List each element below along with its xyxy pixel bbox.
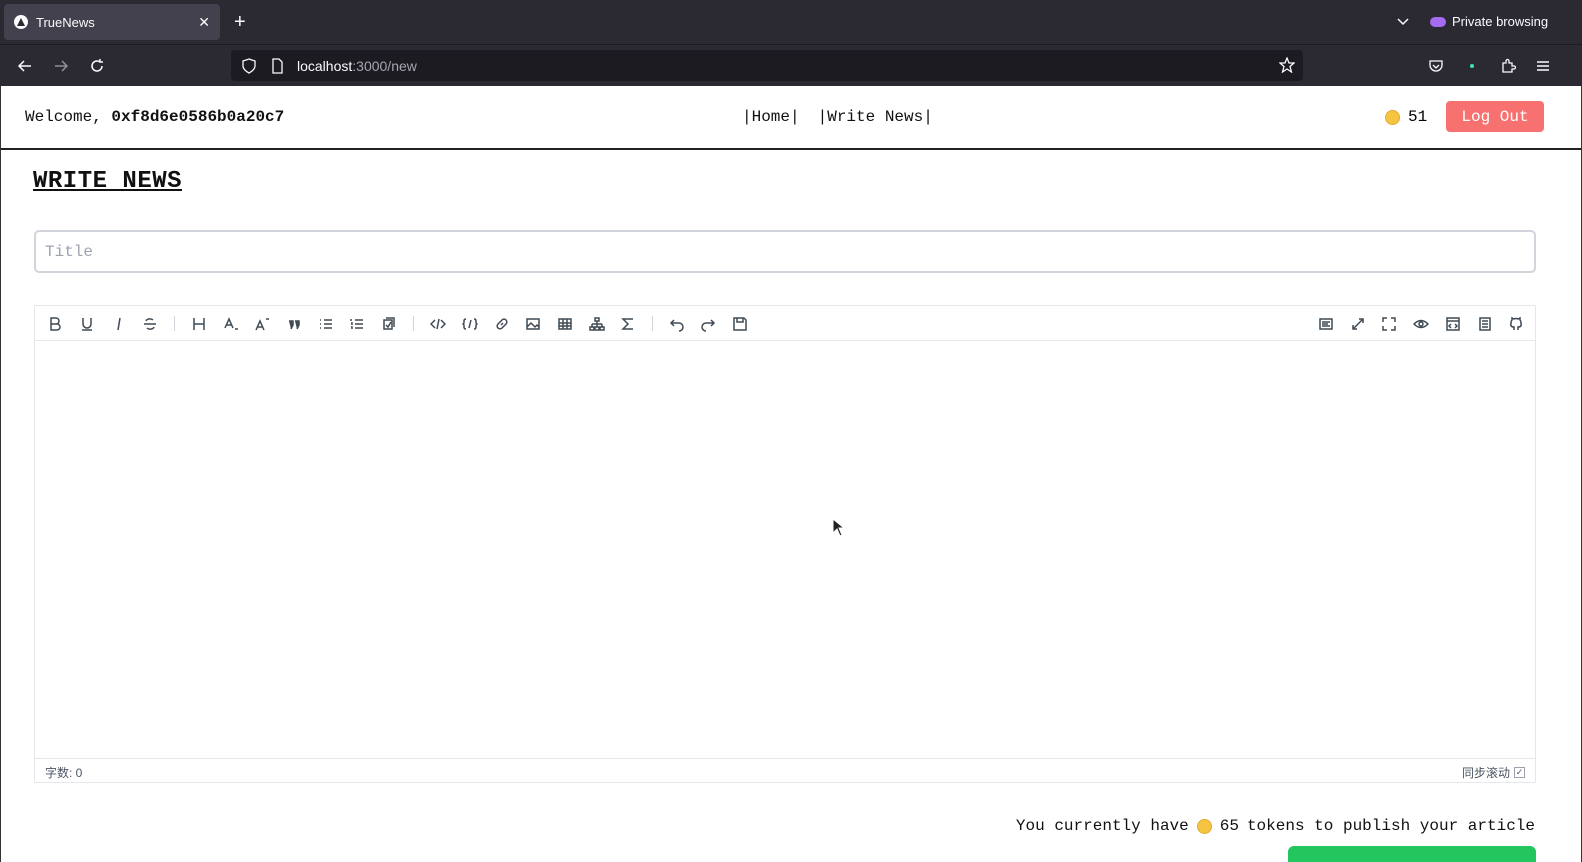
code-icon[interactable] (428, 314, 448, 334)
welcome-prefix: Welcome, (25, 108, 112, 126)
back-arrow-icon[interactable] (14, 55, 36, 77)
pocket-icon[interactable] (1425, 55, 1447, 77)
coin-icon (1196, 818, 1212, 834)
fullscreen-icon[interactable] (1379, 314, 1399, 334)
italic-icon[interactable] (109, 314, 129, 334)
extension-status-dot-icon (1461, 55, 1483, 77)
mouse-cursor-icon (832, 518, 846, 537)
subscript-icon[interactable] (221, 314, 241, 334)
tab-close-icon[interactable]: ✕ (198, 14, 210, 31)
tokens-prefix: You currently have (1015, 817, 1189, 835)
editor-toolbar (35, 306, 1535, 341)
coin-count: 51 (1408, 108, 1428, 126)
save-icon[interactable] (730, 314, 750, 334)
browser-tab-bar: TrueNews ✕ + Private browsing (0, 0, 1582, 44)
page-content: Welcome, 0xf8d6e0586b0a20c7 |Home| |Writ… (0, 86, 1582, 862)
url-text: localhost:3000/new (297, 57, 417, 74)
private-browsing-indicator: Private browsing (1430, 14, 1548, 29)
site-header: Welcome, 0xf8d6e0586b0a20c7 |Home| |Writ… (1, 86, 1581, 150)
heading-icon[interactable] (189, 314, 209, 334)
github-icon[interactable] (1506, 314, 1526, 334)
token-balance-message: You currently have 65 tokens to publish … (1016, 817, 1535, 835)
coin-icon (1385, 109, 1400, 125)
expand-icon[interactable] (1348, 314, 1368, 334)
extensions-puzzle-icon[interactable] (1497, 55, 1519, 77)
underline-icon[interactable] (77, 314, 97, 334)
new-tab-button[interactable]: + (234, 11, 246, 33)
coin-balance: 51 (1385, 108, 1427, 126)
nav-link-home[interactable]: |Home| (742, 108, 800, 126)
tab-list-chevron-icon[interactable] (1396, 14, 1410, 33)
task-list-icon[interactable] (379, 314, 399, 334)
browser-nav-bar: localhost:3000/new (0, 44, 1582, 86)
title-input[interactable] (34, 230, 1536, 273)
page-icon (272, 57, 283, 74)
table-icon[interactable] (555, 314, 575, 334)
formula-sigma-icon[interactable] (618, 314, 638, 334)
superscript-icon[interactable] (252, 314, 272, 334)
sync-scroll-checkbox[interactable]: ✓ (1514, 767, 1525, 778)
ordered-list-icon[interactable] (347, 314, 367, 334)
code-block-icon[interactable] (460, 314, 480, 334)
logout-button[interactable]: Log Out (1446, 101, 1544, 132)
page-title: WRITE NEWS (33, 168, 183, 195)
image-icon[interactable] (523, 314, 543, 334)
preview-eye-icon[interactable] (1411, 314, 1431, 334)
editor-input-area[interactable] (35, 341, 1535, 760)
tokens-suffix: tokens to publish your article (1246, 817, 1535, 835)
sync-scroll-label: 同步滚动 (1461, 766, 1510, 780)
link-icon[interactable] (492, 314, 512, 334)
menu-hamburger-icon[interactable] (1532, 55, 1554, 77)
wallet-address: 0xf8d6e0586b0a20c7 (111, 108, 285, 126)
welcome-message: Welcome, 0xf8d6e0586b0a20c7 (25, 108, 284, 126)
toc-catalog-icon[interactable] (1316, 314, 1336, 334)
shield-icon (242, 57, 256, 74)
editor-footer: 字数: 0 同步滚动 ✓ (35, 758, 1535, 782)
word-count: 字数: 0 (45, 766, 83, 780)
site-favicon-icon (14, 15, 28, 29)
bullet-list-icon[interactable] (316, 314, 336, 334)
sync-scroll-toggle[interactable]: 同步滚动 ✓ (1462, 764, 1525, 781)
url-bar[interactable]: localhost:3000/new (231, 50, 1303, 81)
markdown-editor: 字数: 0 同步滚动 ✓ (34, 305, 1536, 783)
redo-icon[interactable] (698, 314, 718, 334)
diagram-icon[interactable] (587, 314, 607, 334)
quote-icon[interactable] (284, 314, 304, 334)
browser-tab[interactable]: TrueNews ✕ (4, 4, 220, 40)
forward-arrow-icon[interactable] (50, 55, 72, 77)
private-mask-icon (1430, 16, 1446, 27)
nav-link-write-news[interactable]: |Write News| (818, 108, 933, 126)
main-nav: |Home| |Write News| (742, 108, 933, 126)
strikethrough-icon[interactable] (140, 314, 160, 334)
html-preview-icon[interactable] (1443, 314, 1463, 334)
undo-icon[interactable] (667, 314, 687, 334)
bookmark-star-icon[interactable] (1279, 57, 1295, 73)
bold-icon[interactable] (45, 314, 65, 334)
publish-button[interactable] (1288, 846, 1536, 862)
catalog-icon[interactable] (1475, 314, 1495, 334)
tab-title: TrueNews (36, 14, 95, 30)
private-browsing-label: Private browsing (1452, 14, 1549, 29)
reload-icon[interactable] (86, 55, 108, 77)
tokens-count: 65 (1219, 817, 1239, 835)
